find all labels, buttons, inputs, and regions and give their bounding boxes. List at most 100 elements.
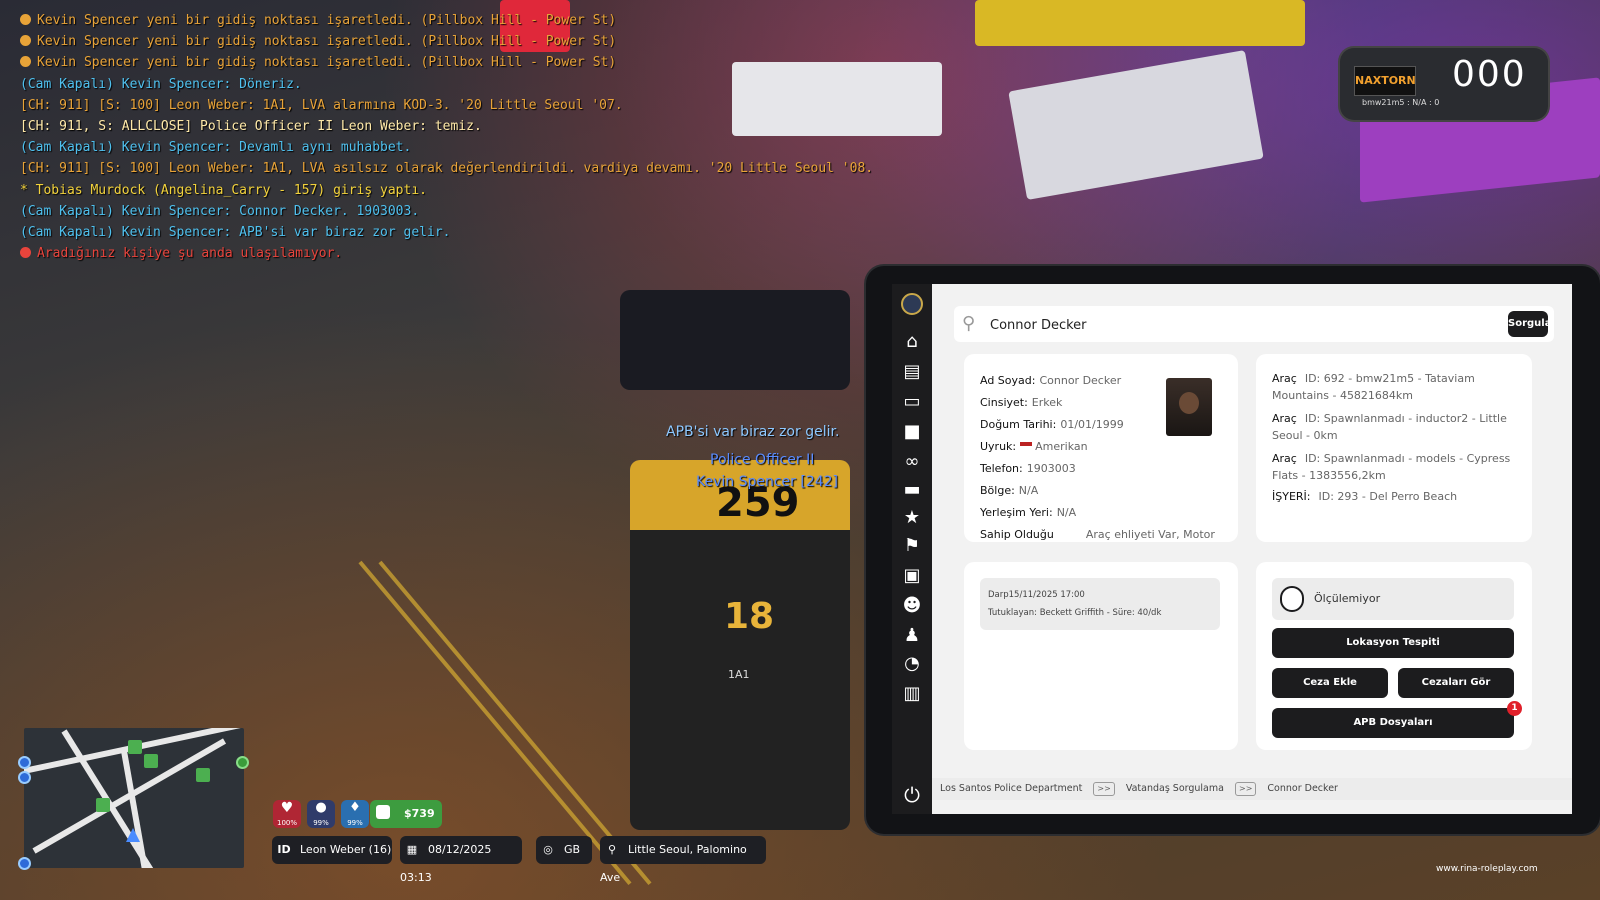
speech-bubble: APB'si var biraz zor gelir. (666, 424, 840, 440)
citizen-photo (1166, 378, 1212, 436)
water-drop-icon: ♦ (349, 800, 361, 815)
chat-line: * Tobias Murdock (Angelina_Carry - 157) … (20, 182, 427, 198)
actions-card: Ölçülemiyor Lokasyon Tespiti Ceza Ekle C… (1256, 562, 1532, 750)
chat-log: Kevin Spencer yeni bir gidiş noktası işa… (20, 10, 874, 264)
view-fines-button[interactable]: Cezaları Gör (1398, 668, 1514, 698)
datetime-pill: ▦ 08/12/2025 03:13 (400, 836, 522, 884)
calendar-icon: ▦ (406, 843, 418, 856)
info-icon (20, 14, 31, 25)
users-icon[interactable]: ☻ (901, 595, 923, 617)
apb-files-label: APB Dosyaları (1353, 717, 1433, 728)
license-row: Sahip Olduğu Araç ehliyeti Var, Motor (980, 528, 1215, 541)
binoculars-icon[interactable]: ∞ (901, 451, 923, 473)
residence-row: Yerleşim Yeri: N/A (980, 506, 1077, 519)
records-card: Darp15/11/2025 17:00 Tutuklayan: Beckett… (964, 562, 1238, 750)
parked-car (620, 290, 850, 390)
vehicle-row: Araç ID: Spawnlanmadı - inductor2 - Littl… (1272, 412, 1507, 442)
player-id-pill: ID Leon Weber (16) (272, 836, 392, 864)
player-rank: Police Officer II (710, 452, 815, 468)
chat-line: [CH: 911, S: ALLCLOSE] Police Officer II… (20, 119, 482, 135)
chat-line: (Cam Kapalı) Kevin Spencer: Döneriz. (20, 76, 302, 92)
server-watermark: www.rina-roleplay.com (1436, 864, 1538, 874)
locate-button[interactable]: Lokasyon Tespiti (1272, 628, 1514, 658)
map-blip-icon (18, 756, 31, 769)
suitcase-icon[interactable]: ▣ (901, 565, 923, 587)
location-pill: ⚲ Little Seoul, Palomino Ave (600, 836, 766, 884)
map-blip-icon (18, 857, 31, 870)
heart-icon: ♥ (280, 800, 294, 816)
mdt-screen: ⌂ ▤ ▭ ■ ∞ ▬ ★ ⚑ ▣ ☻ ♟ ◔ ▥ ⏻ ⚲ Sorgula Ad… (892, 284, 1572, 814)
player-tag: Kevin Spencer [242] (696, 474, 839, 490)
notification-badge: 1 (1507, 701, 1522, 716)
player-arrow-icon (126, 828, 140, 842)
map-blip-icon (236, 756, 249, 769)
power-icon[interactable]: ⏻ (901, 784, 923, 806)
info-icon (20, 56, 31, 68)
nationality-row: Uyruk: Amerikan (980, 440, 1088, 453)
for-lease-banner (1008, 49, 1264, 201)
map-building-icon (128, 740, 142, 754)
vehicles-card: Araç ID: 692 - bmw21m5 - Tataviam Mountai… (1256, 354, 1532, 542)
chat-line: [CH: 911] [S: 100] Leon Weber: 1A1, LVA … (20, 161, 874, 177)
speedometer-speed: 000 (1452, 54, 1527, 95)
compass-icon: ◎ (543, 843, 553, 856)
folder-icon[interactable]: ▭ (901, 391, 923, 413)
dob-row: Doğum Tarihi: 01/01/1999 (980, 418, 1124, 431)
chat-line: (Cam Kapalı) Kevin Spencer: Connor Decke… (20, 203, 420, 219)
star-icon[interactable]: ★ (901, 507, 923, 529)
lspd-logo (901, 293, 923, 315)
breadcrumb-item: Connor Decker (1267, 783, 1338, 794)
breadcrumb-separator: >> (1234, 782, 1257, 796)
query-button[interactable]: Sorgula (1508, 311, 1551, 337)
dashboard-icon[interactable]: ◔ (901, 653, 923, 675)
document-icon[interactable]: ▤ (901, 361, 923, 383)
map-blip-icon (18, 771, 31, 784)
arrest-record[interactable]: Darp15/11/2025 17:00 Tutuklayan: Beckett… (980, 578, 1220, 630)
speedometer-brand: NAXTORN (1354, 66, 1416, 96)
wallet-icon (376, 805, 390, 819)
speedometer-vehicle: bmw21m5 : N/A : 0 (1362, 98, 1440, 107)
map-building-icon (96, 798, 110, 812)
phone-row: Telefon: 1903003 (980, 462, 1076, 475)
chat-line: Aradığınız kişiye şu anda ulaşılamıyor. (20, 243, 840, 264)
breadcrumb-item[interactable]: Los Santos Police Department (940, 778, 1082, 800)
add-fine-button[interactable]: Ceza Ekle (1272, 668, 1388, 698)
archive-icon[interactable]: ▥ (901, 683, 923, 705)
chat-line: (Cam Kapalı) Kevin Spencer: Devamlı aynı… (20, 140, 412, 156)
food-icon: ● (315, 800, 327, 815)
player-name: Leon Weber (16) (300, 843, 392, 856)
map-building-icon (196, 768, 210, 782)
vehicle-row: Araç ID: 692 - bmw21m5 - Tataviam Mountai… (1272, 372, 1475, 402)
breadcrumb: Los Santos Police Department >> Vatandaş… (932, 778, 1572, 800)
search-input[interactable] (988, 312, 1472, 338)
location-pin-icon: ⚲ (607, 843, 617, 856)
user-icon[interactable]: ♟ (901, 625, 923, 647)
map-building-icon (144, 754, 158, 768)
vehicle-row: Araç ID: Spawnlanmadı - models - Cypress … (1272, 452, 1511, 482)
speedometer: NAXTORN 000 bmw21m5 : N/A : 0 (1340, 48, 1548, 120)
home-icon[interactable]: ⌂ (901, 331, 923, 353)
gender-row: Cinsiyet: Erkek (980, 396, 1063, 409)
money-display: $739 (370, 800, 442, 828)
search-icon: ⚲ (962, 313, 976, 334)
id-icon: ID (277, 843, 291, 856)
chat-line: Kevin Spencer yeni bir gidiş noktası işa… (20, 52, 840, 73)
mdt-sidebar: ⌂ ▤ ▭ ■ ∞ ▬ ★ ⚑ ▣ ☻ ♟ ◔ ▥ ⏻ (892, 284, 932, 814)
chat-line: Kevin Spencer yeni bir gidiş noktası işa… (20, 10, 840, 31)
name-row: Ad Soyad: Connor Decker (980, 374, 1122, 387)
breadcrumb-item[interactable]: Vatandaş Sorgulama (1126, 778, 1224, 800)
error-icon (20, 247, 31, 259)
big-sale-banner (975, 0, 1305, 46)
compass-direction: GB (564, 843, 581, 856)
workplace-row: İŞYERİ: ID: 293 - Del Perro Beach (1272, 490, 1458, 503)
region-row: Bölge: N/A (980, 484, 1039, 497)
briefcase-icon[interactable]: ▬ (901, 479, 923, 501)
gps-status: Ölçülemiyor (1272, 578, 1514, 620)
thirst-status: ♦ 99% (341, 800, 369, 828)
apb-files-button[interactable]: APB Dosyaları 1 (1272, 701, 1522, 738)
lock-icon[interactable]: ■ (901, 421, 923, 443)
minimap (24, 728, 244, 868)
compass-pill: ◎ GB (536, 836, 592, 864)
hunger-status: ● 99% (307, 800, 335, 828)
flag-icon[interactable]: ⚑ (901, 535, 923, 557)
